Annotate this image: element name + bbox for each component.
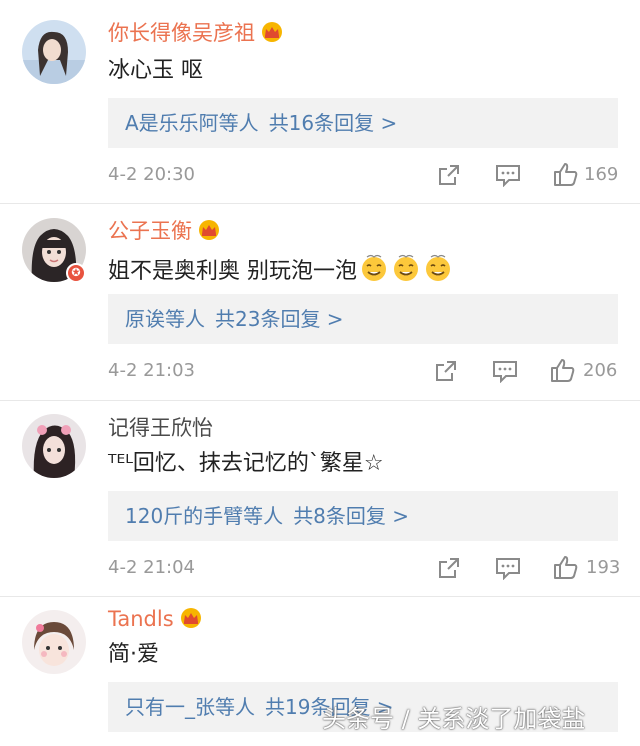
username-text[interactable]: Tandls xyxy=(108,607,174,631)
avatar[interactable] xyxy=(22,610,86,674)
crown-icon xyxy=(180,608,201,628)
comment-text: 简·爱 xyxy=(108,642,159,667)
reply-users[interactable]: 只有一_张等人 xyxy=(125,695,255,719)
username[interactable]: Tandls xyxy=(108,605,204,633)
watermark: 头条号 / 关系淡了加袋盐 xyxy=(322,705,586,733)
comment-item: Tandls 简·爱 只有一_张等人 共19条回复 > xyxy=(0,0,640,746)
